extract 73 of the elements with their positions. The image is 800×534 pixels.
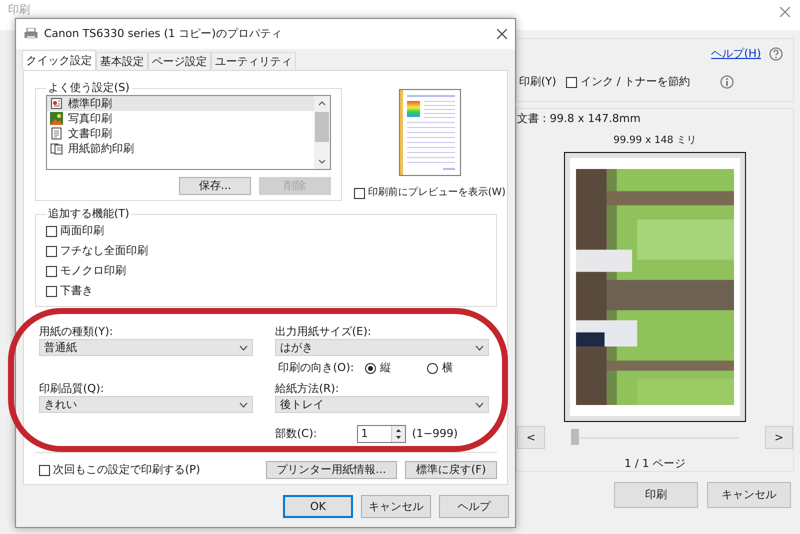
group-label: 追加する機能(T)	[47, 207, 130, 221]
close-icon[interactable]	[497, 29, 507, 39]
checkbox[interactable]	[46, 266, 57, 276]
document-icon	[50, 127, 63, 140]
tab[interactable]: クイック設定	[22, 50, 96, 70]
checkbox-label: モノクロ印刷	[60, 264, 126, 278]
field-label: 印刷の向き(O):	[278, 361, 355, 375]
checkbox[interactable]	[566, 76, 578, 88]
previous-button[interactable]: <	[517, 426, 545, 449]
dialog-button[interactable]: 保存...	[179, 177, 251, 195]
radio-label: 縦	[380, 361, 391, 375]
checkbox[interactable]	[46, 286, 57, 296]
radio-button[interactable]	[427, 362, 438, 374]
caret-icon	[475, 344, 484, 350]
dropdown[interactable]: きれい	[39, 396, 253, 413]
landscape-icon	[50, 112, 63, 125]
checkbox-label: インク / トナーを節約	[580, 75, 690, 89]
printer-icon	[24, 28, 38, 40]
dialog-button[interactable]: プリンター用紙情報...	[266, 461, 398, 479]
spin-up-icon[interactable]	[392, 426, 405, 434]
list-item[interactable]: 用紙節約印刷	[47, 141, 314, 156]
radio-label: 横	[442, 361, 453, 375]
dialog-button[interactable]: ヘルプ	[439, 495, 509, 518]
scrollbar-thumb[interactable]	[315, 112, 329, 142]
spin-down-icon[interactable]	[392, 434, 405, 442]
caret-icon	[239, 344, 248, 350]
help-icon[interactable]	[769, 47, 783, 61]
tab[interactable]: 基本設定	[96, 52, 148, 70]
paper-size: 99.99 x 148 ミリ	[613, 134, 697, 148]
checkbox[interactable]	[46, 226, 57, 236]
window-title: Canon TS6330 series (1 コピー)のプロパティ	[44, 27, 282, 41]
dialog-button[interactable]: 印刷	[614, 482, 698, 508]
dialog-button[interactable]: OK	[283, 495, 353, 518]
field-label: 出力用紙サイズ(E):	[275, 324, 372, 339]
field-label: 給紙方法(R):	[275, 381, 340, 396]
tab[interactable]: ユーティリティ	[211, 52, 296, 70]
caret-icon	[239, 402, 248, 408]
dialog-button[interactable]: 標準に戻す(F)	[405, 461, 497, 479]
option-label: 印刷(Y)	[519, 75, 556, 89]
checkbox[interactable]	[354, 188, 365, 198]
checkbox-label: 印刷前にプレビューを表示(W)	[368, 186, 506, 200]
next-button[interactable]: >	[765, 426, 793, 449]
checkbox[interactable]	[46, 246, 57, 256]
field-label: 印刷品質(Q):	[39, 381, 105, 396]
field-label: 用紙の種類(Y):	[39, 324, 114, 339]
info-icon[interactable]	[720, 75, 734, 89]
dropdown[interactable]: はがき	[275, 339, 489, 356]
dialog-button[interactable]: キャンセル	[361, 495, 431, 518]
group-label: よく使う設定(S)	[47, 81, 131, 95]
tab[interactable]: ページ設定	[148, 52, 211, 70]
radio-button[interactable]	[365, 362, 376, 374]
checkbox-label: 次回もこの設定で印刷する(P)	[53, 463, 200, 477]
pages-icon	[50, 142, 63, 155]
checkbox-label: 両面印刷	[60, 224, 104, 238]
dropdown[interactable]: 普通紙	[39, 339, 253, 356]
dropdown[interactable]: 後トレイ	[275, 396, 489, 413]
field-label: 部数(C):	[275, 427, 318, 441]
number-field[interactable]: 1	[357, 425, 406, 443]
page-indicator: 1 / 1 ページ	[624, 457, 686, 471]
checkbox[interactable]	[39, 464, 50, 476]
dialog-button[interactable]: キャンセル	[707, 482, 791, 508]
window-title: 印刷	[8, 3, 30, 17]
caret-icon	[475, 402, 484, 408]
list-item[interactable]: 文書印刷	[47, 126, 314, 141]
slider-thumb[interactable]	[571, 428, 579, 444]
list-item[interactable]: 写真印刷	[47, 111, 314, 126]
document-size: 文書 : 99.8 x 147.8mm	[517, 112, 641, 126]
range-hint: (1−999)	[412, 427, 458, 441]
list-item[interactable]: 標準印刷	[47, 96, 314, 111]
checkbox-label: フチなし全面印刷	[60, 244, 148, 258]
page-icon	[50, 97, 63, 110]
checkbox-label: 下書き	[60, 284, 93, 298]
help-link[interactable]: ヘルプ(H)	[711, 47, 761, 61]
